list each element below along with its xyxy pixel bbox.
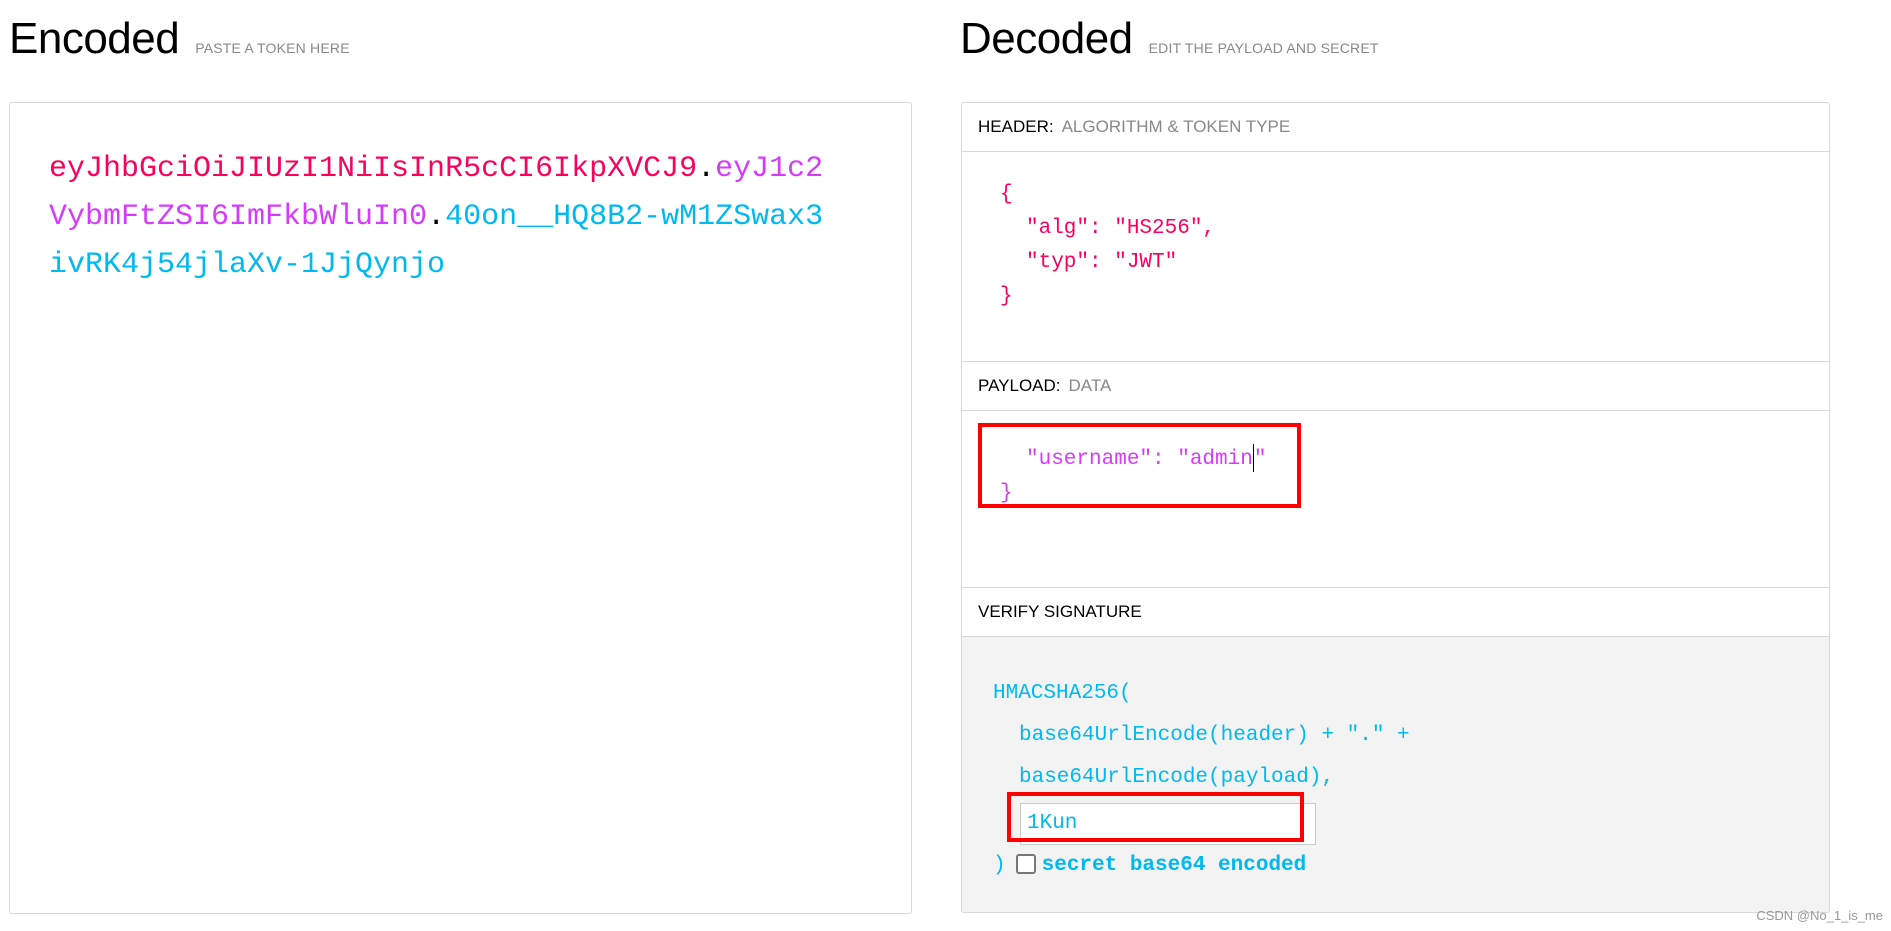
- token-header-part: eyJhbGciOiJIUzI1NiIsInR5cCI6IkpXVCJ9: [49, 152, 698, 186]
- signature-section-title: VERIFY SIGNATURE: [962, 588, 1829, 637]
- payload-editor[interactable]: "username": "admin" }: [962, 411, 1829, 588]
- header-sublabel: ALGORITHM & TOKEN TYPE: [1061, 117, 1291, 136]
- token-dot: .: [427, 200, 446, 234]
- decoded-heading: Decoded EDIT THE PAYLOAD AND SECRET: [960, 14, 1379, 64]
- encoded-token-input[interactable]: eyJhbGciOiJIUzI1NiIsInR5cCI6IkpXVCJ9.eyJ…: [9, 102, 912, 914]
- header-editor[interactable]: { "alg": "HS256", "typ": "JWT" }: [962, 152, 1829, 362]
- payload-section-title: PAYLOAD: DATA: [962, 362, 1829, 411]
- secret-base64-checkbox[interactable]: [1015, 854, 1036, 875]
- decoded-subtitle: EDIT THE PAYLOAD AND SECRET: [1148, 40, 1379, 56]
- code-line: }: [1000, 285, 1013, 308]
- decoded-title: Decoded: [960, 14, 1133, 63]
- code-line: {: [1000, 183, 1013, 206]
- decoded-panel: HEADER: ALGORITHM & TOKEN TYPE { "alg": "…: [961, 102, 1830, 913]
- header-label: HEADER:: [978, 117, 1054, 136]
- code-line: "alg": "HS256",: [1026, 217, 1216, 240]
- highlight-box: [978, 423, 1301, 508]
- encoded-subtitle: PASTE A TOKEN HERE: [195, 40, 350, 56]
- token-dot: .: [697, 152, 716, 186]
- code-line: "typ": "JWT": [1026, 251, 1178, 274]
- code-line: HMACSHA256(: [993, 682, 1132, 705]
- encoded-heading: Encoded PASTE A TOKEN HERE: [9, 14, 350, 64]
- encoded-title: Encoded: [9, 14, 180, 63]
- payload-label: PAYLOAD:: [978, 376, 1061, 395]
- code-line: base64UrlEncode(header) + "." +: [1019, 724, 1410, 747]
- checkbox-label[interactable]: secret base64 encoded: [1042, 854, 1307, 877]
- signature-editor: HMACSHA256( base64UrlEncode(header) + ".…: [962, 637, 1829, 912]
- header-section-title: HEADER: ALGORITHM & TOKEN TYPE: [962, 103, 1829, 152]
- watermark: CSDN @No_1_is_me: [1756, 908, 1883, 923]
- payload-sublabel: DATA: [1068, 376, 1112, 395]
- signature-label: VERIFY SIGNATURE: [978, 602, 1142, 621]
- code-text: ): [993, 854, 1006, 877]
- token-text[interactable]: eyJhbGciOiJIUzI1NiIsInR5cCI6IkpXVCJ9.eyJ…: [49, 145, 829, 289]
- highlight-box: [1007, 792, 1304, 842]
- checkbox-row: ) secret base64 encoded: [993, 845, 1829, 887]
